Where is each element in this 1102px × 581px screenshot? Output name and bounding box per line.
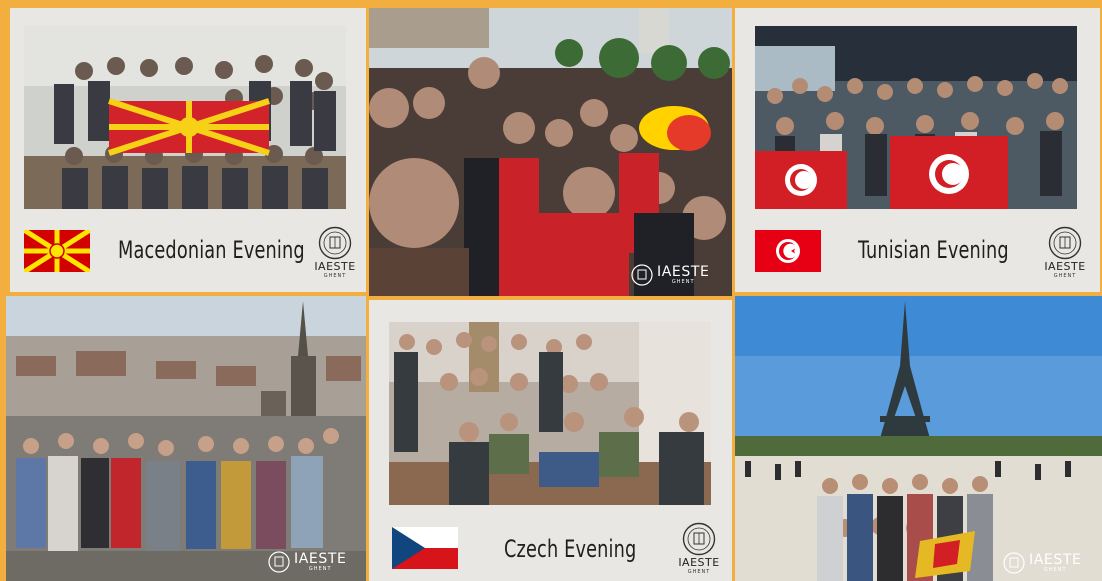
iaeste-seal-icon	[318, 226, 352, 260]
panel-czech-evening: Czech Evening IAESTE GHENT	[369, 300, 732, 581]
iaeste-watermark: IAESTE GHENT	[268, 551, 346, 573]
iaeste-watermark: IAESTE GHENT	[631, 264, 709, 286]
iaeste-logo: IAESTE GHENT	[310, 226, 360, 279]
iaeste-seal-icon	[631, 264, 653, 286]
czech-flag	[392, 527, 458, 569]
panel-belgium-crowd: IAESTE GHENT	[369, 8, 732, 296]
iaeste-logo: IAESTE GHENT	[1040, 226, 1090, 279]
ghent-view-photo	[6, 296, 366, 581]
tunisian-evening-photo	[755, 26, 1077, 209]
tunisia-flag	[755, 230, 821, 272]
logo-name: IAESTE	[657, 264, 710, 280]
czech-evening-photo	[389, 322, 711, 505]
logo-sub: GHENT	[323, 273, 347, 279]
logo-name: IAESTE	[294, 551, 347, 567]
panel-caption: Czech Evening	[504, 535, 637, 563]
belgium-crowd-photo	[369, 8, 732, 296]
macedonian-evening-photo	[24, 26, 346, 209]
panel-tunisian-evening: Tunisian Evening IAESTE GHENT	[735, 8, 1100, 292]
logo-sub: GHENT	[1053, 273, 1077, 279]
panel-ghent-view: IAESTE GHENT	[6, 296, 366, 581]
panel-caption: Macedonian Evening	[118, 236, 305, 264]
iaeste-watermark: IAESTE GHENT	[1003, 552, 1081, 574]
iaeste-seal-icon	[1048, 226, 1082, 260]
panel-macedonian-evening: Macedonian Evening IAESTE GHENT	[10, 8, 366, 292]
logo-name: IAESTE	[1029, 552, 1082, 568]
iaeste-seal-icon	[682, 522, 716, 556]
iaeste-seal-icon	[1003, 552, 1025, 574]
paris-photo	[735, 296, 1102, 581]
logo-name: IAESTE	[314, 260, 356, 273]
iaeste-seal-icon	[268, 551, 290, 573]
panel-caption: Tunisian Evening	[858, 236, 1009, 264]
iaeste-logo: IAESTE GHENT	[674, 522, 724, 575]
logo-name: IAESTE	[1044, 260, 1086, 273]
panel-paris: IAESTE GHENT	[735, 296, 1102, 581]
logo-sub: GHENT	[687, 569, 711, 575]
logo-name: IAESTE	[678, 556, 720, 569]
north-macedonia-flag	[24, 230, 90, 272]
